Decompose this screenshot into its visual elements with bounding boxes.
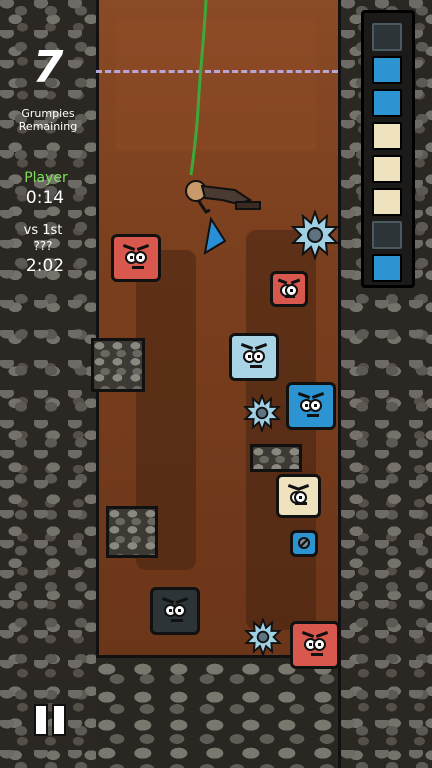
grumpy-cream (276, 474, 321, 518)
grumpy-red (111, 234, 161, 282)
pause-icon (34, 704, 48, 736)
progress-slot-blue (372, 89, 402, 117)
pause-icon (52, 704, 66, 736)
rival-name: ??? (33, 239, 53, 253)
bolt-icon (298, 537, 310, 549)
progress-slot-dark (372, 221, 402, 249)
grumpy-red (270, 271, 308, 307)
vs-first-label: vs 1st (23, 223, 63, 238)
progress-slot-dark (372, 23, 402, 51)
player-direction-flag-icon (203, 216, 227, 255)
pause-button[interactable] (30, 700, 68, 736)
player-label: Player (24, 170, 68, 186)
grumpy-dark (150, 587, 200, 635)
spiked-gear-icon (244, 618, 282, 656)
grumpies-label-line1: Grumpies (21, 107, 75, 120)
rival-time: 2:02 (25, 256, 65, 276)
stone-block (91, 338, 145, 392)
grumpy-blue (286, 382, 336, 430)
game-stage[interactable]: 7 Grumpies Remaining Player 0:14 vs 1st … (0, 0, 432, 768)
progress-slot-cream (372, 188, 402, 216)
stone-block (106, 506, 158, 558)
grumpies-label-line2: Remaining (18, 120, 78, 133)
small-blue-block (290, 530, 318, 557)
grumpies-label: Grumpies Remaining (18, 107, 78, 133)
grumpy-light-blue (229, 333, 279, 381)
progress-slot-cream (372, 122, 402, 150)
grumpy-red (290, 621, 340, 669)
player-time: 0:14 (25, 188, 65, 208)
grumpies-remaining-count: 7 (32, 42, 64, 93)
grumpy-progress-column (361, 10, 415, 288)
stone-block (250, 444, 302, 472)
spiked-gear-icon (290, 210, 340, 260)
spiked-gear-icon (243, 394, 281, 432)
progress-slot-blue (372, 56, 402, 84)
player-character (185, 180, 261, 214)
progress-slot-blue (372, 254, 402, 282)
progress-slot-cream (372, 155, 402, 183)
